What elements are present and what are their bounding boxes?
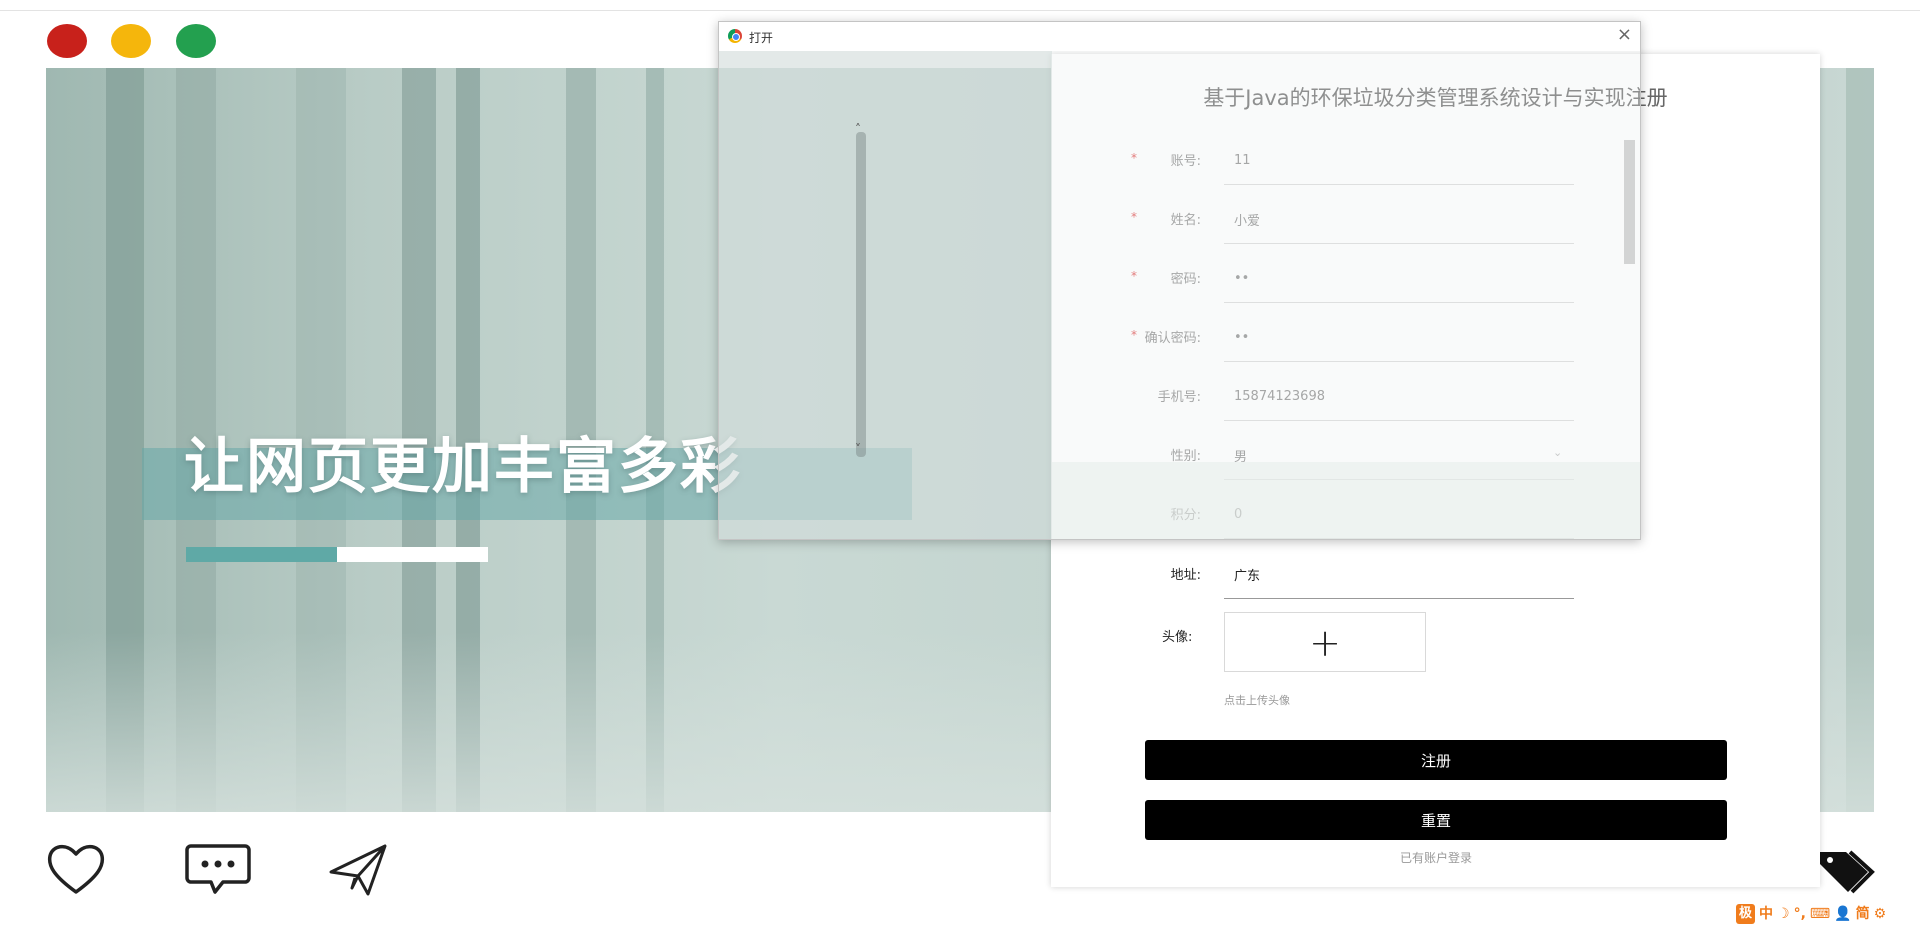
moon-icon[interactable]: ☽ [1777,904,1790,924]
maximize-window-dot[interactable] [176,24,216,58]
minimize-window-dot[interactable] [111,24,151,58]
avatar-upload[interactable]: + [1224,612,1426,672]
dialog-scrollbar[interactable] [856,132,866,457]
settings-icon[interactable]: ⚙ [1874,904,1887,924]
ime-simplified[interactable]: 简 [1856,904,1870,924]
field-input[interactable] [1224,551,1574,599]
comment-icon[interactable] [185,842,251,896]
hero-title: 让网页更加丰富多彩 [184,432,742,502]
avatar-label: 头像: [1162,630,1193,645]
ime-logo-icon[interactable]: 极 [1736,904,1756,924]
punctuation-icon[interactable]: °, [1794,904,1806,924]
dialog-sidebar [719,51,1052,539]
avatar-hint: 点击上传头像 [1224,694,1290,707]
hero-progress-fill [186,547,337,562]
hero-progress-bar [186,547,488,562]
user-icon[interactable]: 👤 [1834,904,1851,924]
tags-icon[interactable] [1816,846,1876,896]
form-row: 地址: [1051,551,1820,599]
login-link[interactable]: 已有账户登录 [1145,849,1727,866]
top-divider [0,10,1920,11]
ime-toolbar: 极 中 ☽ °, ⌨ 👤 简 ⚙ [1736,904,1887,924]
ime-lang[interactable]: 中 [1759,904,1773,924]
chevron-down-icon[interactable]: ˅ [855,442,861,456]
dialog-content-area [1052,462,1640,539]
send-icon[interactable] [328,842,388,896]
close-icon[interactable]: × [1617,25,1632,45]
reset-button[interactable]: 重置 [1145,800,1727,840]
dialog-title: 打开 [749,31,774,45]
keyboard-icon[interactable]: ⌨ [1810,904,1830,924]
register-button[interactable]: 注册 [1145,740,1727,780]
open-dialog: 打开 × ˄ ˅ [718,21,1641,540]
chrome-icon [728,29,742,43]
field-label: 地址: [1170,568,1201,583]
close-window-dot[interactable] [47,24,87,58]
plus-icon: + [1309,621,1341,665]
panel-scrollbar[interactable] [1624,140,1635,264]
heart-icon[interactable] [46,842,106,898]
dialog-titlebar: 打开 × [719,22,1640,51]
